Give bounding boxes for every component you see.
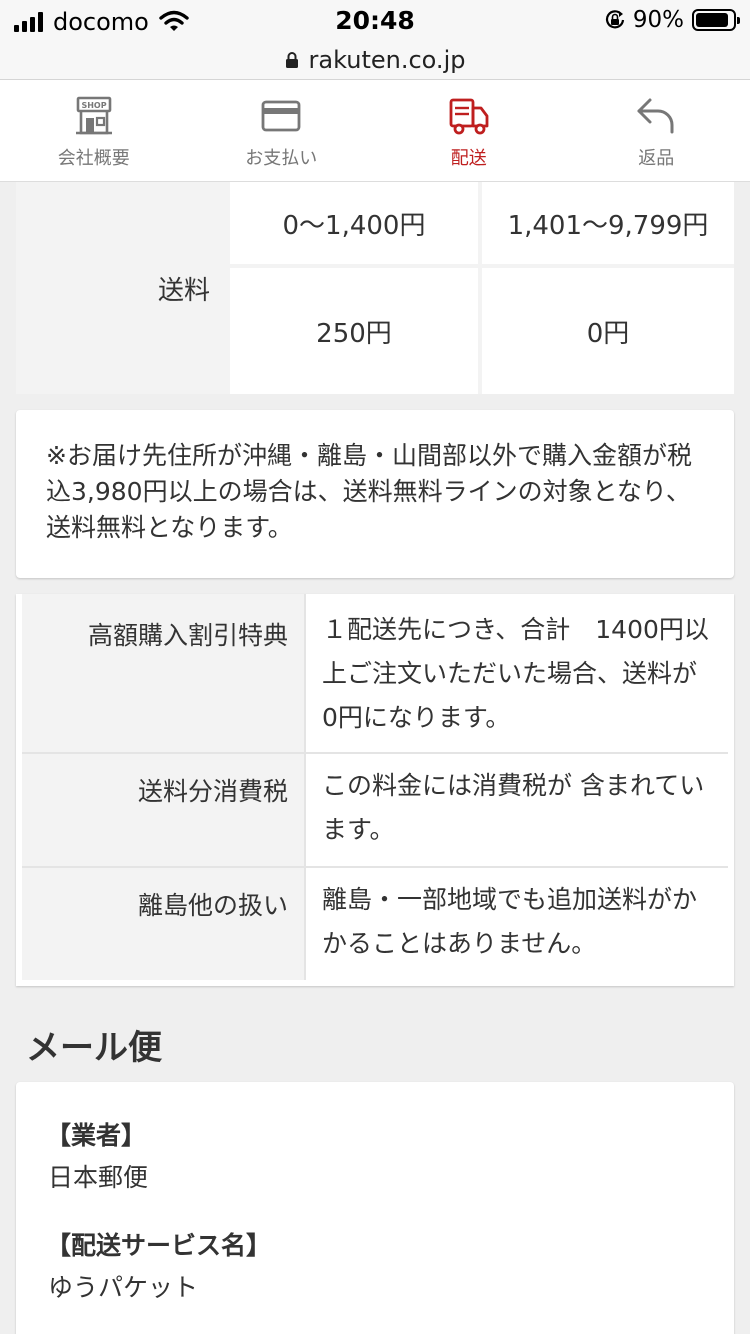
battery-percent: 90% [632,7,684,33]
battery-level [696,13,729,27]
detail-value: 離島・一部地域でも追加送料がかかることはありません。 [322,885,698,958]
url-bar[interactable]: rakuten.co.jp [0,40,750,80]
detail-row: 高額購入割引特典 １配送先につき、合計 1400円以上ご注文いただいた場合、送料… [16,594,734,752]
svg-text:SHOP: SHOP [81,101,106,110]
free-shipping-note: ※お届け先住所が沖縄・離島・山間部以外で購入金額が税込3,980円以上の場合は、… [16,410,734,578]
price-range-cell: 0〜1,400円 [230,182,478,264]
fee-cell: 0円 [482,268,734,394]
battery-icon [692,9,740,31]
shipping-fee-table: 0〜1,400円 1,401〜9,799円 送料 250円 0円 [16,182,734,394]
padlock-icon [285,51,298,68]
tab-delivery-label: 配送 [450,148,487,169]
shipping-fee-label: 送料 [157,275,210,306]
carrier-value: 日本郵便 [48,1163,149,1192]
tab-company[interactable]: SHOP 会社概要 [0,80,188,181]
mail-section-title: メール便 [26,1028,162,1068]
url-text: rakuten.co.jp [308,45,466,74]
detail-row: 送料分消費税 この料金には消費税が 含まれています。 [16,754,734,866]
tab-returns-label: 返品 [638,148,675,169]
detail-label: 離島他の扱い [22,868,304,980]
status-bar: docomo 20:48 90% [0,0,750,40]
tab-returns[interactable]: 返品 [563,80,750,181]
tab-payment[interactable]: お支払い [188,80,376,181]
shop-info-tabs: SHOP 会社概要 お支払い 配送 返品 [0,80,750,182]
shipping-details-table: 高額購入割引特典 １配送先につき、合計 1400円以上ご注文いただいた場合、送料… [16,594,734,986]
rotation-lock-icon [605,10,624,29]
tab-delivery[interactable]: 配送 [375,80,563,181]
tab-payment-label: お支払い [245,148,318,169]
service-heading: 【配送サービス名】 [46,1231,272,1260]
carrier-heading: 【業者】 [46,1121,147,1150]
fee-cell: 250円 [230,268,478,394]
shop-icon: SHOP [75,96,112,135]
service-value: ゆうパケット [48,1273,199,1302]
price-range-cell: 1,401〜9,799円 [482,182,734,264]
detail-label: 高額購入割引特典 [22,594,304,752]
credit-card-icon [261,100,301,132]
detail-value: この料金には消費税が 含まれています。 [322,771,705,844]
return-arrow-icon [637,98,674,134]
column-divider [304,594,306,980]
tab-company-label: 会社概要 [57,148,130,169]
delivery-truck-icon [449,98,489,135]
detail-value: １配送先につき、合計 1400円以上ご注文いただいた場合、送料が 0円になります… [322,615,723,732]
mail-delivery-card: 【業者】 日本郵便 【配送サービス名】 ゆうパケット [16,1082,734,1334]
detail-label: 送料分消費税 [22,754,304,866]
detail-row: 離島他の扱い 離島・一部地域でも追加送料がかかることはありません。 [16,868,734,980]
